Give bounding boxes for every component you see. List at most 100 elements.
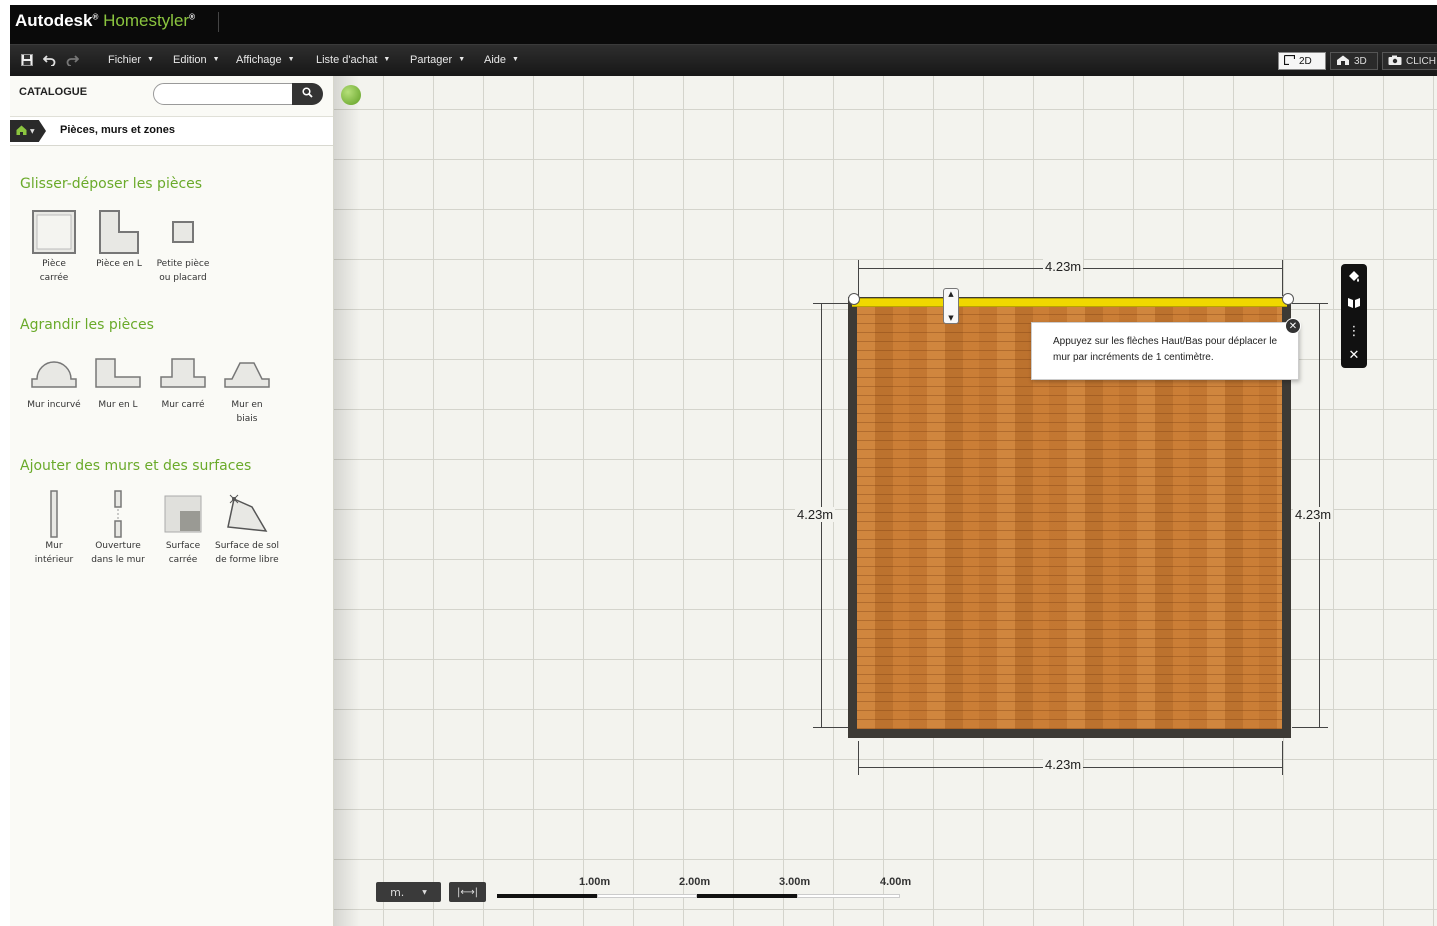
canvas-edge-shadow bbox=[334, 76, 360, 926]
undo-icon[interactable] bbox=[42, 53, 56, 67]
dimension-label-bottom: 4.23m bbox=[1043, 757, 1084, 772]
divider bbox=[218, 12, 219, 32]
interior-wall-icon bbox=[22, 489, 86, 539]
catalog-item-surface-carree[interactable]: Surface carrée bbox=[151, 489, 215, 567]
catalog-item-piece-en-l[interactable]: Pièce en L bbox=[87, 207, 151, 271]
dimension-tick bbox=[1282, 260, 1283, 296]
home-icon bbox=[16, 125, 27, 138]
close-icon[interactable]: ✕ bbox=[1285, 318, 1301, 334]
scale-bar-segment bbox=[697, 894, 797, 898]
menu-affichage[interactable]: Affichage ▼ bbox=[236, 54, 295, 66]
menu-fichier[interactable]: Fichier ▼ bbox=[108, 54, 154, 66]
paint-bucket-icon[interactable] bbox=[1347, 269, 1361, 287]
scale-label: 2.00m bbox=[679, 876, 711, 888]
scale-bar-segment bbox=[597, 894, 697, 898]
dimension-label-top: 4.23m bbox=[1043, 259, 1084, 274]
catalog-item-piece-carree[interactable]: Pièce carrée bbox=[22, 207, 86, 285]
help-icon[interactable] bbox=[341, 85, 361, 105]
wall-tooltip: Appuyez sur les flèches Haut/Bas pour dé… bbox=[1031, 322, 1299, 380]
chevron-down-icon: ▼ bbox=[383, 56, 391, 63]
dimension-tick bbox=[1292, 303, 1328, 304]
brand-homestyler: Homestyler bbox=[103, 11, 190, 30]
save-icon[interactable] bbox=[20, 53, 34, 67]
house-icon bbox=[1336, 55, 1350, 68]
search-icon bbox=[302, 87, 313, 101]
unit-select[interactable]: m. ▼ bbox=[376, 882, 441, 902]
scale-label: 3.00m bbox=[779, 876, 811, 888]
catalog-item-mur-en-l[interactable]: Mur en L bbox=[86, 348, 150, 412]
section-title: Glisser-déposer les pièces bbox=[20, 176, 203, 192]
scale-label: 1.00m bbox=[579, 876, 611, 888]
breadcrumb: ▼ Pièces, murs et zones bbox=[10, 116, 333, 146]
chevron-down-icon: ▼ bbox=[287, 56, 295, 63]
tooltip-text: mur par incréments de 1 centimètre. bbox=[1053, 352, 1214, 363]
chevron-down-icon: ▼ bbox=[458, 56, 466, 63]
redo-icon[interactable] bbox=[65, 53, 79, 67]
section-title: Agrandir les pièces bbox=[20, 317, 154, 333]
view-3d-button[interactable]: 3D bbox=[1330, 52, 1378, 70]
dimension-label-right: 4.23m bbox=[1293, 507, 1334, 522]
search-button[interactable] bbox=[292, 83, 323, 105]
dimension-tick bbox=[1282, 741, 1283, 775]
split-wall-icon[interactable] bbox=[1347, 296, 1361, 314]
camera-icon bbox=[1388, 55, 1402, 68]
reg-mark: ® bbox=[189, 12, 195, 22]
dimension-tick bbox=[858, 741, 859, 775]
freeform-surface-icon bbox=[215, 489, 279, 539]
breadcrumb-current: Pièces, murs et zones bbox=[60, 124, 175, 136]
wall-node[interactable] bbox=[1282, 293, 1294, 305]
catalogue-title: CATALOGUE bbox=[19, 86, 88, 98]
snapshot-button[interactable]: CLICH bbox=[1382, 52, 1437, 70]
scale-label: 4.00m bbox=[880, 876, 912, 888]
chevron-down-icon: ▼ bbox=[147, 56, 154, 63]
dimension-label-left: 4.23m bbox=[795, 507, 836, 522]
menu-edition[interactable]: Edition ▼ bbox=[173, 54, 220, 66]
scale-bar-segment bbox=[797, 894, 900, 898]
more-options-icon[interactable]: ⋮ bbox=[1348, 324, 1361, 339]
catalog-item-mur-carre[interactable]: Mur carré bbox=[151, 348, 215, 412]
square-wall-icon bbox=[151, 348, 215, 398]
chevron-down-icon: ▼ bbox=[212, 56, 220, 63]
floorplan-icon bbox=[1283, 54, 1296, 68]
catalog-item-mur-interieur[interactable]: Mur intérieur bbox=[22, 489, 86, 567]
wall-toolstrip: ⋮ ✕ bbox=[1341, 264, 1367, 368]
title-bar: Autodesk® Homestyler® bbox=[10, 5, 1437, 44]
fit-arrows-icon: |⟷| bbox=[456, 886, 479, 898]
catalogue-sidebar: CATALOGUE ▼ Pièces, murs et zones Glisse… bbox=[10, 76, 334, 926]
l-room-icon bbox=[87, 207, 151, 257]
curved-wall-icon bbox=[22, 348, 86, 398]
chevron-down-icon: ▼ bbox=[30, 127, 35, 135]
arrow-up-icon[interactable]: ▲ bbox=[948, 289, 953, 299]
dimension-tick bbox=[858, 260, 859, 296]
catalog-item-mur-incurve[interactable]: Mur incurvé bbox=[22, 348, 86, 412]
menu-bar: Fichier ▼ Edition ▼ Affichage ▼ Liste d'ach… bbox=[10, 44, 1437, 77]
menu-partager[interactable]: Partager ▼ bbox=[410, 54, 465, 66]
dimension-tick bbox=[813, 303, 849, 304]
fit-width-button[interactable]: |⟷| bbox=[449, 882, 486, 902]
arrow-down-icon[interactable]: ▼ bbox=[948, 313, 953, 323]
dimension-tick bbox=[813, 727, 849, 728]
wall-move-handle[interactable]: ▲ ▼ bbox=[943, 288, 959, 324]
catalog-item-mur-en-biais[interactable]: Mur en biais bbox=[215, 348, 279, 426]
wall-opening-icon bbox=[86, 489, 150, 539]
menu-liste-achat[interactable]: Liste d'achat ▼ bbox=[316, 54, 390, 66]
selected-wall[interactable] bbox=[852, 298, 1287, 307]
home-button[interactable]: ▼ bbox=[10, 120, 46, 142]
menu-aide[interactable]: Aide ▼ bbox=[484, 54, 519, 66]
reg-mark: ® bbox=[92, 12, 99, 22]
scale-bar-segment bbox=[497, 894, 597, 898]
delete-icon[interactable]: ✕ bbox=[1349, 348, 1360, 363]
l-wall-icon bbox=[86, 348, 150, 398]
section-title: Ajouter des murs et des surfaces bbox=[20, 458, 252, 474]
app-window: Autodesk® Homestyler® Fichier ▼ Edition ▼ … bbox=[10, 5, 1437, 926]
brand-autodesk: Autodesk bbox=[15, 11, 93, 30]
tooltip-text: Appuyez sur les flèches Haut/Bas pour dé… bbox=[1053, 336, 1278, 347]
chevron-down-icon: ▼ bbox=[422, 888, 427, 896]
square-room-icon bbox=[22, 207, 86, 257]
catalog-item-petite-piece[interactable]: Petite pièce ou placard bbox=[151, 207, 215, 285]
square-surface-icon bbox=[151, 489, 215, 539]
catalog-item-ouverture[interactable]: Ouverture dans le mur bbox=[86, 489, 150, 567]
wall-node[interactable] bbox=[848, 293, 860, 305]
view-2d-button[interactable]: 2D bbox=[1278, 52, 1326, 70]
catalog-item-surface-libre[interactable]: Surface de sol de forme libre bbox=[215, 489, 279, 567]
